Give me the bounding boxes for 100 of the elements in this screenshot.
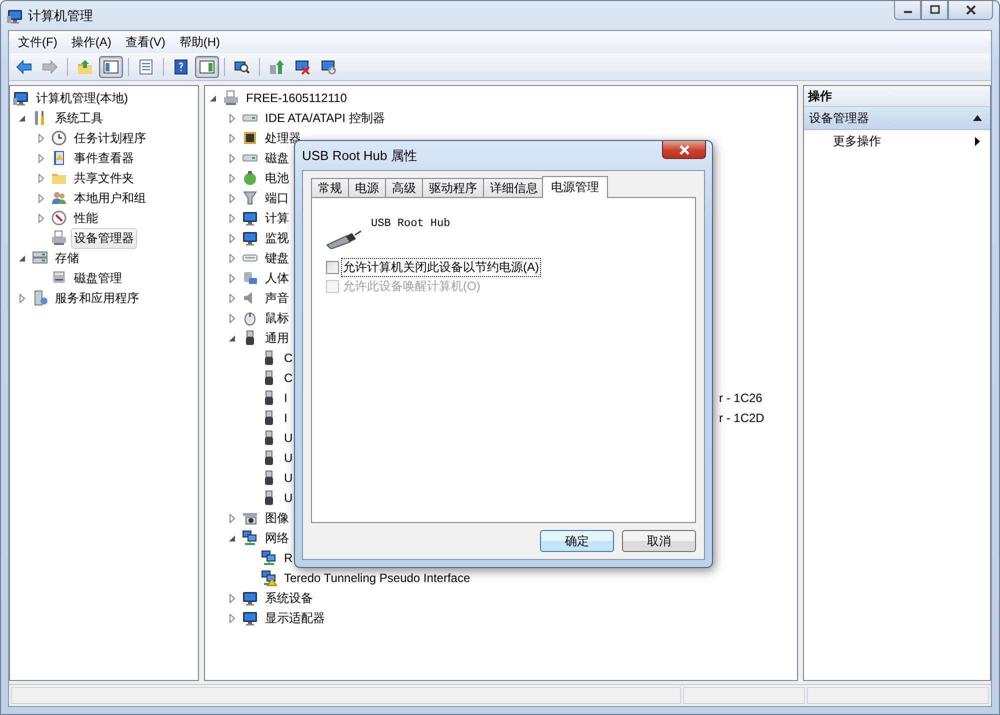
- scan-icon: [234, 58, 250, 74]
- expand-arrow[interactable]: [37, 134, 46, 142]
- minimize-button[interactable]: [894, 1, 921, 20]
- tree-item[interactable]: 鼠标: [262, 308, 292, 328]
- expand-arrow[interactable]: [228, 594, 237, 602]
- tree-item[interactable]: C: [281, 369, 296, 387]
- tree-item[interactable]: 磁盘: [262, 148, 292, 168]
- expand-arrow[interactable]: [228, 614, 237, 622]
- folder-up-icon: [77, 58, 93, 74]
- expand-arrow[interactable]: [228, 174, 237, 182]
- expand-arrow[interactable]: [228, 294, 237, 302]
- tab[interactable]: 驱动程序: [422, 178, 484, 197]
- tree-item[interactable]: 计算机管理(本地): [33, 88, 131, 108]
- action-pane-icon: [199, 58, 215, 74]
- action-item[interactable]: 更多操作: [833, 132, 881, 150]
- tree-item[interactable]: FREE-1605112110: [243, 89, 350, 107]
- tree-item[interactable]: 本地用户和组: [71, 188, 149, 208]
- tree-item[interactable]: 事件查看器: [71, 148, 137, 168]
- expand-arrow[interactable]: [228, 314, 237, 322]
- tree-item[interactable]: U: [281, 489, 296, 507]
- expand-arrow[interactable]: [228, 134, 237, 142]
- tree-item[interactable]: U: [281, 449, 296, 467]
- tree-item[interactable]: R: [281, 549, 296, 567]
- tree-item[interactable]: 键盘: [262, 248, 292, 268]
- tree-item[interactable]: U: [281, 429, 296, 447]
- tree-item-end: r - 1C2D: [718, 411, 766, 425]
- tree-item[interactable]: 性能: [71, 208, 101, 228]
- uninstall-icon: [295, 58, 311, 74]
- tree-pane-icon: [103, 58, 119, 74]
- toolbar-button[interactable]: [195, 56, 219, 78]
- expand-arrow[interactable]: [37, 194, 46, 202]
- tree-item[interactable]: 服务和应用程序: [52, 288, 142, 308]
- expand-arrow[interactable]: [228, 234, 237, 242]
- expand-arrow[interactable]: [228, 334, 237, 342]
- expand-arrow[interactable]: [228, 274, 237, 282]
- menu-item[interactable]: 查看(V): [118, 32, 172, 52]
- expand-arrow[interactable]: [37, 214, 46, 222]
- help-icon: [173, 58, 189, 74]
- tree-item[interactable]: 端口: [262, 188, 292, 208]
- tree-item[interactable]: 共享文件夹: [71, 168, 137, 188]
- tree-item[interactable]: 磁盘管理: [71, 268, 125, 288]
- dialog-button[interactable]: 确定: [540, 530, 614, 552]
- menu-item[interactable]: 操作(A): [64, 32, 118, 52]
- chip-icon: [242, 130, 258, 146]
- expand-arrow[interactable]: [228, 514, 237, 522]
- actions-section[interactable]: 设备管理器: [804, 107, 990, 130]
- tree-item[interactable]: IDE ATA/ATAPI 控制器: [262, 108, 388, 128]
- tree-item[interactable]: 系统设备: [262, 588, 316, 608]
- mouse-icon: [242, 310, 258, 326]
- expand-arrow[interactable]: [18, 254, 27, 262]
- dialog-button[interactable]: 取消: [622, 530, 696, 552]
- expand-arrow[interactable]: [228, 114, 237, 122]
- tree-item[interactable]: C: [281, 349, 296, 367]
- expand-arrow[interactable]: [228, 154, 237, 162]
- expand-arrow[interactable]: [209, 94, 218, 102]
- menu-item[interactable]: 文件(F): [11, 32, 64, 52]
- tab[interactable]: 详细信息: [483, 178, 545, 197]
- expand-arrow[interactable]: [228, 534, 237, 542]
- tree-item[interactable]: 通用: [262, 328, 292, 348]
- expand-arrow[interactable]: [18, 294, 27, 302]
- tree-item[interactable]: I: [281, 409, 290, 427]
- collapse-arrow[interactable]: [973, 115, 982, 121]
- expand-arrow[interactable]: [228, 194, 237, 202]
- tree-item[interactable]: 图像: [262, 508, 292, 528]
- expand-arrow[interactable]: [228, 214, 237, 222]
- tree-item[interactable]: 网络: [262, 528, 292, 548]
- printer-icon: [223, 90, 239, 106]
- tree-item[interactable]: Teredo Tunneling Pseudo Interface: [281, 569, 474, 587]
- close-button[interactable]: [948, 1, 993, 20]
- expand-arrow[interactable]: [228, 254, 237, 262]
- tab[interactable]: 高级: [385, 178, 423, 197]
- maximize-button[interactable]: [921, 1, 948, 20]
- tree-item[interactable]: 设备管理器: [71, 228, 137, 248]
- tab[interactable]: 常规: [311, 178, 349, 197]
- tab[interactable]: 电源: [348, 178, 386, 197]
- expand-arrow[interactable]: [37, 174, 46, 182]
- checkbox[interactable]: [326, 261, 339, 274]
- disk-drive-icon: [51, 270, 67, 286]
- tab[interactable]: 电源管理: [542, 176, 608, 198]
- tree-item[interactable]: 计算: [262, 208, 292, 228]
- expand-arrow[interactable]: [37, 154, 46, 162]
- tree-item[interactable]: 显示适配器: [262, 608, 328, 628]
- tree-item[interactable]: 存储: [52, 248, 82, 268]
- printer-icon: [51, 230, 67, 246]
- tree-item[interactable]: 人体: [262, 268, 292, 288]
- expand-arrow[interactable]: [18, 114, 27, 122]
- menu-item[interactable]: 帮助(H): [172, 32, 227, 52]
- tree-item[interactable]: 系统工具: [52, 108, 106, 128]
- tree-item[interactable]: 电池: [262, 168, 292, 188]
- close-button[interactable]: [662, 141, 706, 159]
- submenu-arrow: [975, 136, 980, 146]
- tree-item[interactable]: 监视: [262, 228, 292, 248]
- tree-item[interactable]: U: [281, 469, 296, 487]
- update-driver-icon: [269, 58, 285, 74]
- toolbar-button[interactable]: [99, 56, 123, 78]
- tree-item[interactable]: 任务计划程序: [71, 128, 149, 148]
- checkbox-label[interactable]: 允许计算机关闭此设备以节约电源(A): [341, 258, 541, 277]
- tree-item[interactable]: 声音: [262, 288, 292, 308]
- gauge-icon: [51, 210, 67, 226]
- tree-item[interactable]: I: [281, 389, 290, 407]
